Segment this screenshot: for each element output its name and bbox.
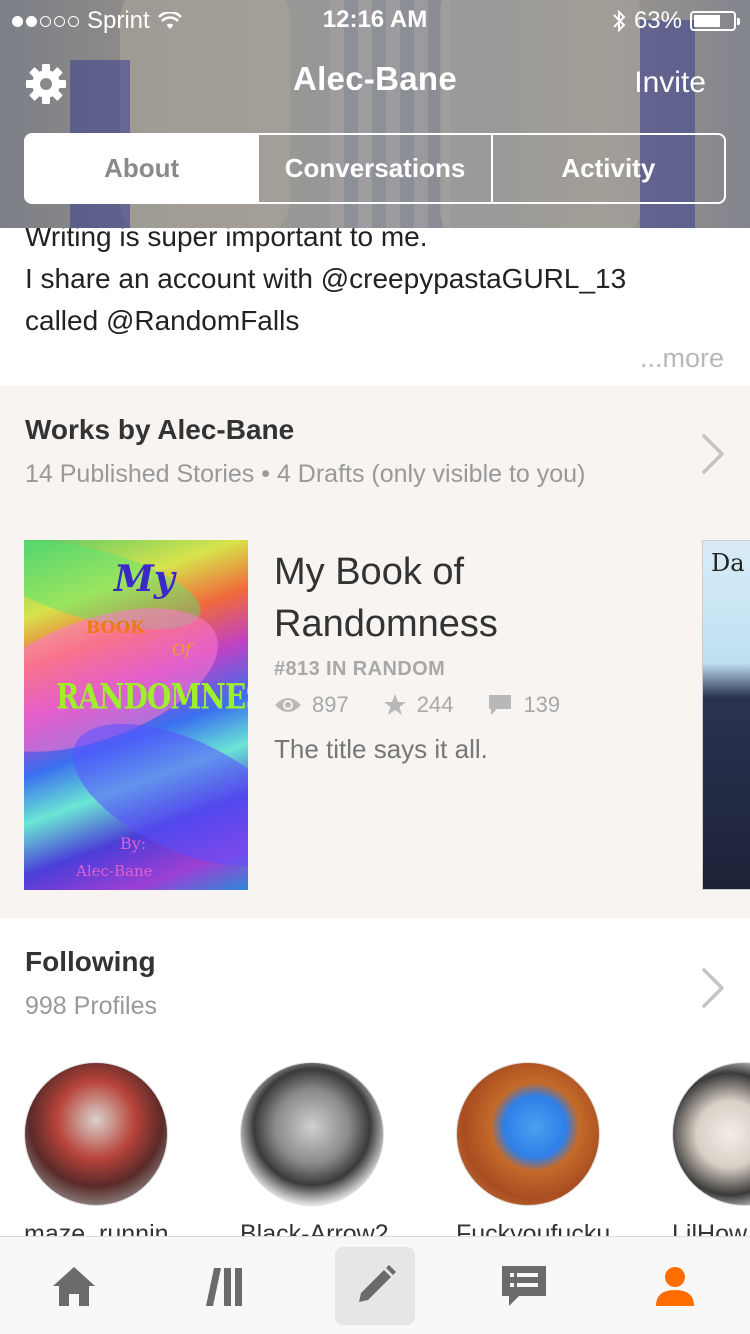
- status-bar: Sprint 12:16 AM 63%: [0, 0, 750, 40]
- about-line: I share an account with @creepypastaGURL…: [25, 263, 627, 294]
- about-section: Writing is super important to me. I shar…: [0, 228, 750, 386]
- cover-title-text: Of: [172, 640, 192, 659]
- profile-name[interactable]: maze_runnin: [24, 1220, 194, 1236]
- profile-tabs: About Conversations Activity: [24, 133, 726, 204]
- battery-icon: [690, 11, 740, 31]
- works-section: Works by Alec-Bane 14 Published Stories …: [0, 386, 750, 918]
- following-subtitle: 998 Profiles: [25, 992, 158, 1020]
- book-stats: 897 244 139: [274, 692, 594, 718]
- cover-author-text: Alec-Bane: [76, 862, 153, 880]
- cover-title-text: My: [114, 558, 175, 600]
- tab-conversations[interactable]: Conversations: [257, 135, 490, 202]
- avatar[interactable]: [240, 1062, 384, 1206]
- book-cover[interactable]: My BOOK Of RANDOMNESS By: Alec-Bane: [24, 540, 248, 890]
- comments-count: 139: [523, 692, 561, 717]
- library-icon: [206, 1268, 242, 1306]
- reads-count: 897: [312, 692, 349, 717]
- profile-icon: [656, 1267, 694, 1306]
- works-title[interactable]: Works by Alec-Bane: [25, 414, 294, 446]
- avatar[interactable]: [672, 1062, 750, 1206]
- chevron-right-icon[interactable]: [698, 432, 728, 476]
- messages-icon: [502, 1266, 546, 1306]
- book-description: The title says it all.: [274, 734, 488, 764]
- about-line: called @RandomFalls: [25, 305, 300, 336]
- bluetooth-icon: [613, 9, 626, 33]
- profile-name[interactable]: LilHow: [672, 1220, 750, 1236]
- book-title[interactable]: My Book of Randomness: [274, 546, 614, 650]
- votes-count: 244: [416, 692, 454, 717]
- tab-profile[interactable]: [635, 1247, 715, 1325]
- tab-home[interactable]: [34, 1247, 114, 1325]
- pencil-icon: [359, 1265, 396, 1302]
- comments-stat: 139: [487, 692, 560, 718]
- next-cover-text: Da: [711, 549, 745, 577]
- avatar[interactable]: [24, 1062, 168, 1206]
- tab-about[interactable]: About: [26, 135, 258, 202]
- star-icon: [383, 694, 406, 715]
- tab-write[interactable]: [335, 1247, 415, 1325]
- reads-stat: 897: [274, 692, 349, 718]
- works-subtitle: 14 Published Stories • 4 Drafts (only vi…: [25, 460, 586, 488]
- about-line: Writing is super important to me.: [25, 228, 428, 252]
- cover-title-text: BOOK: [86, 618, 146, 638]
- profile-header: Sprint 12:16 AM 63% Alec-Bane Invite Abo…: [0, 0, 750, 228]
- invite-button[interactable]: Invite: [634, 66, 706, 100]
- battery-group: 63%: [612, 7, 740, 35]
- profile-name[interactable]: Fuckyoufucku: [456, 1220, 626, 1236]
- more-link[interactable]: ...more: [640, 343, 724, 374]
- following-title[interactable]: Following: [25, 946, 156, 978]
- chevron-right-icon[interactable]: [698, 966, 728, 1010]
- tab-messages[interactable]: [484, 1247, 564, 1325]
- home-icon: [53, 1267, 95, 1306]
- book-cover-next[interactable]: Da: [702, 540, 750, 890]
- book-rank: #813 IN RANDOM: [274, 658, 446, 680]
- comment-icon: [489, 695, 512, 715]
- bottom-tab-bar: [0, 1236, 750, 1334]
- following-section: Following 998 Profiles maze_runnin Black…: [0, 918, 750, 1236]
- tab-library[interactable]: [186, 1247, 266, 1325]
- profile-name[interactable]: Black-Arrow2: [240, 1220, 410, 1236]
- eye-icon: [275, 698, 301, 712]
- battery-percent: 63%: [633, 7, 682, 34]
- about-text: Writing is super important to me. I shar…: [25, 228, 725, 342]
- cover-title-text: RANDOMNESS: [56, 675, 248, 718]
- cover-by-text: By:: [120, 834, 147, 853]
- tab-activity[interactable]: Activity: [490, 135, 724, 202]
- votes-stat: 244: [383, 692, 454, 718]
- avatar[interactable]: [456, 1062, 600, 1206]
